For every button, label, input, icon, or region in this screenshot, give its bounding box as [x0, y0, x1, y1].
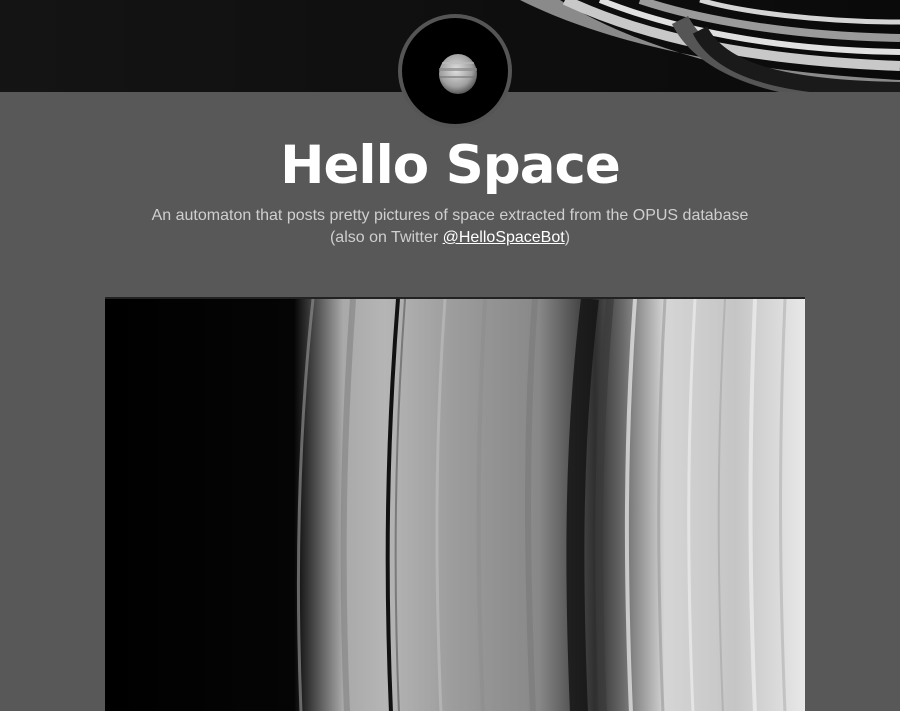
space-photo[interactable] [105, 297, 805, 711]
twitter-suffix: ) [564, 229, 571, 246]
page-title: Hello Space [280, 135, 621, 196]
twitter-prefix: (also on Twitter [329, 229, 443, 246]
tagline-text: An automaton that posts pretty pictures … [151, 207, 749, 224]
twitter-link[interactable]: @HelloSpaceBot [443, 229, 565, 246]
avatar[interactable] [398, 14, 512, 128]
twitter-line: (also on Twitter @HelloSpaceBot) [0, 227, 900, 249]
planet-icon [402, 18, 508, 124]
page: Hello Space An automaton that posts pret… [0, 0, 900, 711]
tagline: An automaton that posts pretty pictures … [0, 205, 900, 249]
